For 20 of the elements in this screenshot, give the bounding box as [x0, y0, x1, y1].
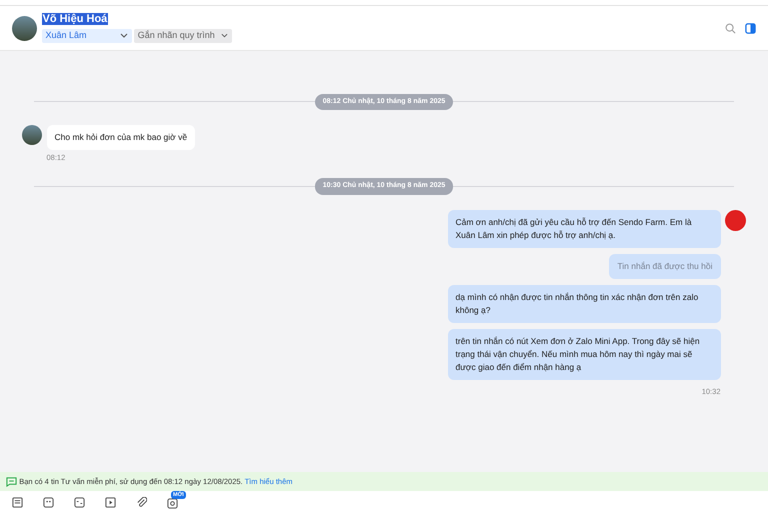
- attachment-icon[interactable]: [136, 497, 147, 508]
- list-icon[interactable]: [12, 497, 23, 508]
- contact-avatar: [12, 16, 37, 40]
- message-bubble: dạ mình có nhận được tin nhắn thông tin xác nhận đơn trên zalo không ạ?: [448, 284, 720, 322]
- video-icon[interactable]: [105, 497, 116, 508]
- assignee-dropdown[interactable]: Xuân Lâm: [42, 28, 132, 43]
- caret-icon: [120, 33, 128, 38]
- message-bubble: Cảm ơn anh/chị đã gửi yêu cầu hỗ trợ đến Sendo Farm. Em là Xuân Lâm xin phép được hỗ trợ anh/chị ạ.: [448, 210, 720, 248]
- contact-name: Võ Hiệu Hoá: [42, 13, 108, 26]
- contact-avatar: [22, 125, 42, 145]
- agent-avatar: [725, 210, 746, 230]
- message-bubble: Cho mk hỏi đơn của mk bao giờ về: [46, 125, 196, 150]
- recalled-message: Tin nhắn đã được thu hồi: [609, 254, 720, 278]
- caret-icon: [220, 33, 228, 38]
- search-icon[interactable]: [725, 22, 736, 34]
- message-bubble: trên tin nhắn có nút Xem đơn ở Zalo Mini App. Trong đây sẽ hiện trạng thái vận chuyển. Nếu mình mua hôm nay thì ngày mai sẽ được giao đến điểm nhận hàng ạ: [448, 328, 720, 380]
- side-panel-icon[interactable]: [745, 22, 756, 34]
- sticker-icon[interactable]: [43, 497, 54, 508]
- label-dropdown[interactable]: Gắn nhãn quy trình: [134, 28, 232, 43]
- message-icon: [6, 476, 17, 487]
